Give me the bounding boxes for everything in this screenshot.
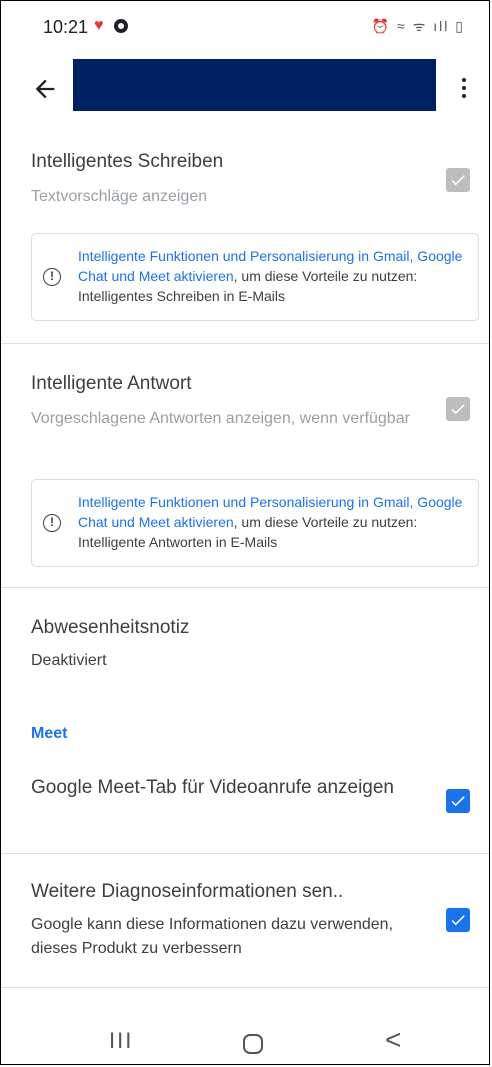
check-icon <box>451 915 465 926</box>
notification-icon <box>114 19 128 33</box>
divider <box>1 987 489 988</box>
heart-icon: ♥ <box>94 17 104 34</box>
screen: 10:21 ♥ ⏰ ≈ ᯤ ıll ▯ Intelligentes Schrei… <box>0 0 490 1065</box>
check-icon <box>451 404 465 415</box>
divider <box>1 853 489 854</box>
smart-reply-info-box: Intelligente Funktionen und Personalisie… <box>31 479 479 567</box>
setting-title: Google Meet-Tab für Videoanrufe anzeigen <box>31 777 395 798</box>
setting-subtitle: Textvorschläge anzeigen <box>31 188 208 205</box>
setting-subtitle: Google kann diese Informationen dazu ver… <box>31 916 394 957</box>
system-nav-bar: III < <box>1 1016 489 1064</box>
setting-subtitle: Vorgeschlagene Antworten anzeigen, wenn … <box>31 410 410 427</box>
status-time: 10:21 <box>43 17 89 37</box>
setting-diagnostics[interactable]: Weitere Diagnoseinformationen sen.. Goog… <box>1 881 489 971</box>
info-text: Intelligente Funktionen und Personalisie… <box>78 492 468 552</box>
info-alert-icon <box>43 268 61 286</box>
setting-smart-reply[interactable]: Intelligente Antwort Vorgeschlagene Antw… <box>1 373 489 583</box>
setting-subtitle: Deaktiviert <box>31 652 107 669</box>
divider <box>1 343 489 344</box>
info-alert-icon <box>43 514 61 532</box>
setting-meet-tab[interactable]: Google Meet-Tab für Videoanrufe anzeigen <box>1 773 489 833</box>
status-icons: ⏰ ≈ ᯤ ıll ▯ <box>371 18 465 34</box>
check-icon <box>451 175 465 186</box>
diagnostics-checkbox[interactable] <box>446 908 470 932</box>
recent-apps-icon[interactable]: III <box>109 1028 133 1054</box>
more-vert-icon[interactable] <box>456 73 472 103</box>
setting-vacation-responder[interactable]: Abwesenheitsnotiz Deaktiviert <box>1 617 489 677</box>
divider <box>1 587 489 588</box>
setting-title: Abwesenheitsnotiz <box>31 617 190 638</box>
smart-reply-checkbox[interactable] <box>446 397 470 421</box>
status-bar: 10:21 ♥ ⏰ ≈ ᯤ ıll ▯ <box>1 1 489 47</box>
check-icon <box>451 796 465 807</box>
info-text: Intelligente Funktionen und Personalisie… <box>78 246 468 306</box>
home-icon[interactable] <box>243 1034 263 1054</box>
setting-title: Intelligente Antwort <box>31 373 192 394</box>
smart-compose-checkbox[interactable] <box>446 168 470 192</box>
app-bar <box>1 57 489 121</box>
smart-compose-info-box: Intelligente Funktionen und Personalisie… <box>31 233 479 321</box>
arrow-back-icon[interactable] <box>31 75 61 103</box>
meet-tab-checkbox[interactable] <box>446 789 470 813</box>
setting-smart-compose[interactable]: Intelligentes Schreiben Textvorschläge a… <box>1 151 489 341</box>
section-header-meet: Meet <box>31 725 68 742</box>
setting-title: Weitere Diagnoseinformationen sen.. <box>31 881 344 902</box>
nav-back-icon[interactable]: < <box>385 1024 401 1056</box>
setting-title: Intelligentes Schreiben <box>31 151 224 172</box>
redacted-account-title <box>73 59 436 111</box>
